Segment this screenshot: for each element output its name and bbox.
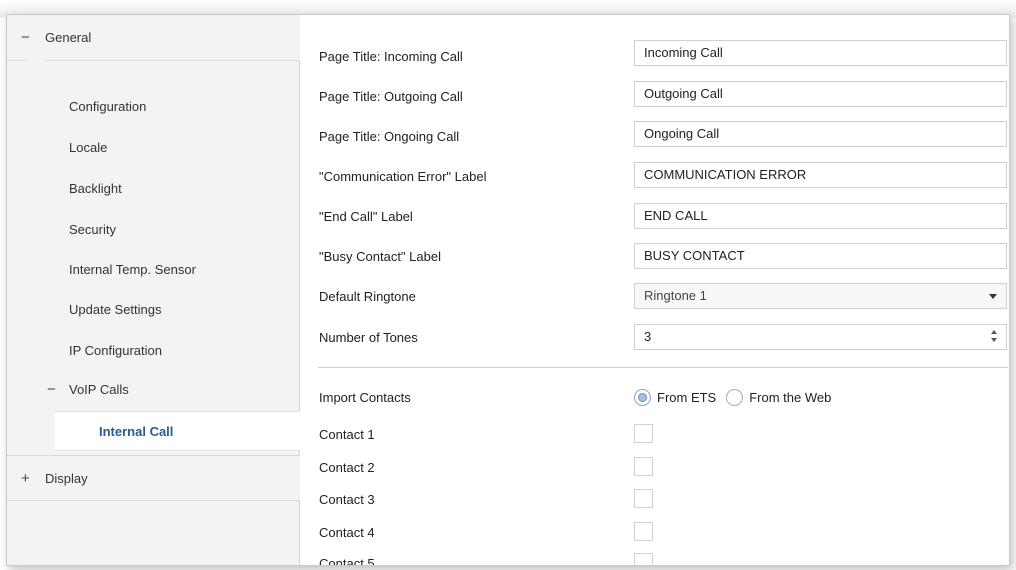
contact-2-checkbox[interactable]	[634, 457, 653, 476]
sidebar-group-label: Display	[45, 470, 88, 486]
sidebar-item-internal-temp-sensor[interactable]: Internal Temp. Sensor	[69, 260, 196, 280]
number-of-tones-value: 3	[644, 329, 652, 344]
default-ringtone-label: Default Ringtone	[319, 289, 416, 304]
incoming-call-title-label: Page Title: Incoming Call	[319, 49, 463, 64]
parameters-window: − General Configuration Locale Backlight…	[6, 14, 1010, 566]
outgoing-call-title-input[interactable]: Outgoing Call	[634, 81, 1007, 107]
sidebar-item-configuration[interactable]: Configuration	[69, 97, 146, 117]
communication-error-label: "Communication Error" Label	[319, 169, 487, 184]
sidebar-item-update-settings[interactable]: Update Settings	[69, 300, 162, 320]
contact-5-checkbox[interactable]	[634, 553, 653, 565]
section-divider	[318, 367, 1008, 368]
spin-up-icon[interactable]	[991, 330, 997, 334]
chevron-down-icon[interactable]	[989, 294, 997, 299]
contact-4-checkbox[interactable]	[634, 522, 653, 541]
from-the-web-radio[interactable]	[726, 388, 744, 406]
parameter-panel: Page Title: Incoming Call Incoming Call …	[300, 15, 1009, 566]
contact-4-label: Contact 4	[319, 525, 375, 540]
from-ets-radio[interactable]	[634, 388, 651, 406]
sidebar: − General Configuration Locale Backlight…	[7, 15, 300, 565]
outgoing-call-title-label: Page Title: Outgoing Call	[319, 89, 463, 104]
busy-contact-input[interactable]: BUSY CONTACT	[634, 243, 1007, 269]
spin-down-icon[interactable]	[991, 338, 997, 342]
incoming-call-title-input[interactable]: Incoming Call	[634, 40, 1007, 66]
sidebar-item-locale[interactable]: Locale	[69, 138, 107, 158]
number-of-tones-stepper[interactable]: 3	[634, 324, 1007, 350]
default-ringtone-select[interactable]: Ringtone 1	[634, 283, 1007, 309]
end-call-input[interactable]: END CALL	[634, 203, 1007, 229]
number-of-tones-label: Number of Tones	[319, 330, 418, 345]
from-the-web-label[interactable]: From the Web	[749, 390, 831, 405]
contact-2-label: Contact 2	[319, 460, 375, 475]
default-ringtone-value: Ringtone 1	[644, 288, 707, 303]
ongoing-call-title-label: Page Title: Ongoing Call	[319, 129, 460, 144]
sidebar-item-label: Internal Call	[99, 423, 174, 439]
tab-notch	[25, 51, 45, 61]
from-ets-label[interactable]: From ETS	[657, 390, 716, 405]
collapse-icon[interactable]: −	[47, 381, 69, 398]
sidebar-item-security[interactable]: Security	[69, 220, 116, 240]
sidebar-item-backlight[interactable]: Backlight	[69, 179, 122, 199]
collapse-icon[interactable]: −	[21, 29, 45, 46]
import-contacts-radio-group: From ETS From the Web	[634, 387, 841, 407]
communication-error-input[interactable]: COMMUNICATION ERROR	[634, 162, 1007, 188]
contact-3-checkbox[interactable]	[634, 489, 653, 508]
end-call-label: "End Call" Label	[319, 209, 413, 224]
sidebar-group-display[interactable]: + Display	[7, 455, 300, 501]
sidebar-item-internal-call[interactable]: Internal Call	[55, 411, 300, 451]
sidebar-group-general[interactable]: − General	[7, 15, 300, 61]
busy-contact-label: "Busy Contact" Label	[319, 249, 441, 264]
import-contacts-label: Import Contacts	[319, 390, 411, 405]
expand-icon[interactable]: +	[21, 470, 45, 487]
contact-1-checkbox[interactable]	[634, 424, 653, 443]
sidebar-group-label: VoIP Calls	[69, 382, 129, 397]
ongoing-call-title-input[interactable]: Ongoing Call	[634, 121, 1007, 147]
contact-1-label: Contact 1	[319, 427, 375, 442]
sidebar-group-label: General	[45, 30, 92, 45]
contact-5-label: Contact 5	[319, 556, 375, 566]
sidebar-group-voip-calls[interactable]: − VoIP Calls	[47, 381, 129, 398]
contact-3-label: Contact 3	[319, 492, 375, 507]
spinner-arrows-icon[interactable]	[990, 328, 1000, 346]
sidebar-item-ip-configuration[interactable]: IP Configuration	[69, 341, 162, 361]
